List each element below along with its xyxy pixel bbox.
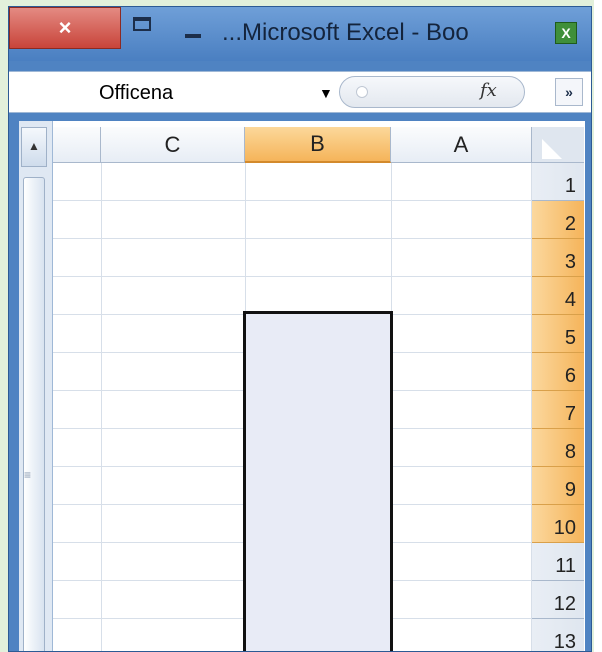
formula-name-dot-icon: [356, 86, 368, 98]
column-header-b[interactable]: B: [245, 127, 391, 163]
gridline-row: [53, 238, 532, 239]
row-header-11[interactable]: 11: [532, 543, 584, 581]
fx-icon[interactable]: fx: [480, 80, 497, 101]
row-header-1[interactable]: 1: [532, 163, 584, 201]
window-edge: [594, 0, 602, 652]
select-all-corner[interactable]: [532, 127, 584, 163]
column-header-c[interactable]: C: [101, 127, 245, 163]
window-title: ...Microsoft Excel - Boo: [222, 19, 469, 46]
title-bar: × ...Microsoft Excel - Boo X: [9, 7, 591, 61]
row-header-12[interactable]: 12: [532, 581, 584, 619]
row-header-13[interactable]: 13: [532, 619, 584, 651]
formula-bar: Officena ▼ fx »: [9, 71, 591, 113]
expand-formula-button[interactable]: »: [555, 78, 583, 106]
excel-logo-icon[interactable]: X: [555, 22, 577, 44]
worksheet[interactable]: ▲ ≡ C B A 1 2 3 4 5 6 7 8 9 10 11 12 13: [19, 121, 585, 651]
row-header-6[interactable]: 6: [532, 353, 584, 391]
gridline-row: [53, 200, 532, 201]
row-header-3[interactable]: 3: [532, 239, 584, 277]
row-header-4[interactable]: 4: [532, 277, 584, 315]
row-header-2[interactable]: 2: [532, 201, 584, 239]
select-all-icon: [542, 139, 562, 159]
column-header-blank[interactable]: [53, 127, 101, 163]
vertical-scrollbar[interactable]: ▲ ≡: [19, 121, 53, 651]
grip-icon: ≡: [24, 468, 32, 482]
column-header-a[interactable]: A: [391, 127, 532, 163]
row-header-5[interactable]: 5: [532, 315, 584, 353]
font-name-box[interactable]: Officena: [99, 80, 339, 106]
gridline-row: [53, 276, 532, 277]
excel-window: × ...Microsoft Excel - Boo X Officena ▼ …: [8, 6, 592, 652]
scroll-thumb[interactable]: [23, 177, 45, 651]
gridline-column: [101, 163, 102, 651]
row-header-9[interactable]: 9: [532, 467, 584, 505]
minimize-icon[interactable]: [185, 34, 201, 38]
close-icon: ×: [58, 15, 72, 40]
close-button[interactable]: ×: [9, 7, 121, 49]
row-header-10[interactable]: 10: [532, 505, 584, 543]
chevron-down-icon[interactable]: ▼: [319, 80, 333, 106]
scroll-up-button[interactable]: ▲: [21, 127, 47, 167]
maximize-icon[interactable]: [133, 17, 151, 31]
row-header-7[interactable]: 7: [532, 391, 584, 429]
row-header-8[interactable]: 8: [532, 429, 584, 467]
selected-range-border[interactable]: [243, 311, 393, 651]
formula-input[interactable]: fx: [339, 76, 525, 108]
